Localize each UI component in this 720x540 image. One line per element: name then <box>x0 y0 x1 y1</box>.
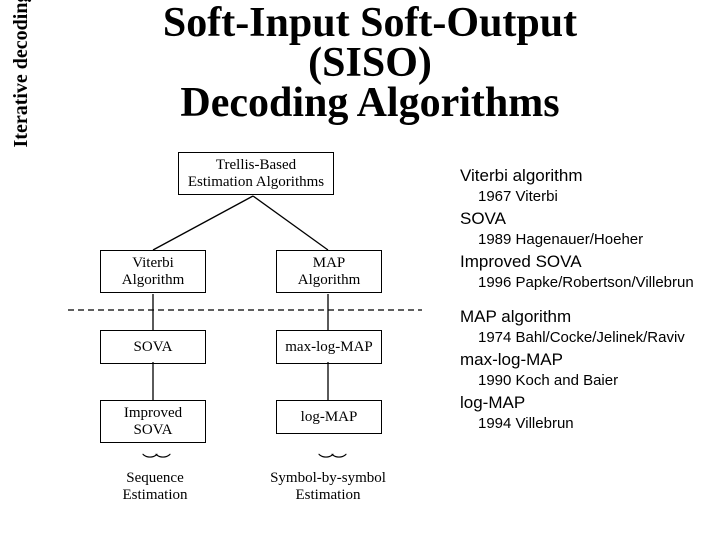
box-log-map: log-MAP <box>276 400 382 434</box>
box-viterbi-l2: Algorithm <box>103 272 203 289</box>
brace-icon: ︶︶ <box>276 448 386 472</box>
right-improved-sova-year: 1996 Papke/Robertson/Villebrun <box>478 274 720 291</box>
right-log-map-heading: log-MAP <box>460 393 720 413</box>
box-improved-sova: Improved SOVA <box>100 400 206 443</box>
box-isova-l1: Improved <box>103 405 203 422</box>
box-root-l1: Trellis-Based <box>181 157 331 174</box>
sidebar-label: Iterative decoding <box>10 0 33 220</box>
label-sequence-estimation: Sequence Estimation <box>100 470 210 503</box>
seq-l2: Estimation <box>100 487 210 504</box>
sym-l2: Estimation <box>258 487 398 504</box>
box-map-l1: MAP <box>279 255 379 272</box>
brace-icon: ︶︶ <box>100 448 210 472</box>
right-sova-year: 1989 Hagenauer/Hoeher <box>478 231 720 248</box>
box-isova-l2: SOVA <box>103 422 203 439</box>
box-max-log-map: max-log-MAP <box>276 330 382 364</box>
box-sova: SOVA <box>100 330 206 364</box>
right-improved-sova-heading: Improved SOVA <box>460 252 720 272</box>
box-root-l2: Estimation Algorithms <box>181 174 331 191</box>
box-sova-text: SOVA <box>134 339 173 355</box>
right-sova-heading: SOVA <box>460 209 720 229</box>
right-viterbi-year: 1967 Viterbi <box>478 188 720 205</box>
box-root: Trellis-Based Estimation Algorithms <box>178 152 334 195</box>
slide-title: Soft-Input Soft-Output (SISO) Decoding A… <box>80 4 660 124</box>
box-viterbi-l1: Viterbi <box>103 255 203 272</box>
box-mlm-text: max-log-MAP <box>285 339 373 355</box>
sym-l1: Symbol-by-symbol <box>258 470 398 487</box>
box-map: MAP Algorithm <box>276 250 382 293</box>
right-max-log-map-year: 1990 Koch and Baier <box>478 372 720 389</box>
seq-l1: Sequence <box>100 470 210 487</box>
title-line-1: Soft-Input Soft-Output <box>80 4 660 44</box>
title-line-3: Decoding Algorithms <box>80 84 660 124</box>
right-map-year: 1974 Bahl/Cocke/Jelinek/Raviv <box>478 329 720 346</box>
right-max-log-map-heading: max-log-MAP <box>460 350 720 370</box>
label-symbol-estimation: Symbol-by-symbol Estimation <box>258 470 398 503</box>
box-viterbi: Viterbi Algorithm <box>100 250 206 293</box>
right-viterbi-heading: Viterbi algorithm <box>460 166 720 186</box>
box-lmap-text: log-MAP <box>301 409 358 425</box>
title-line-2: (SISO) <box>80 44 660 84</box>
box-map-l2: Algorithm <box>279 272 379 289</box>
right-column: Viterbi algorithm 1967 Viterbi SOVA 1989… <box>460 162 720 432</box>
right-log-map-year: 1994 Villebrun <box>478 415 720 432</box>
right-map-heading: MAP algorithm <box>460 307 720 327</box>
